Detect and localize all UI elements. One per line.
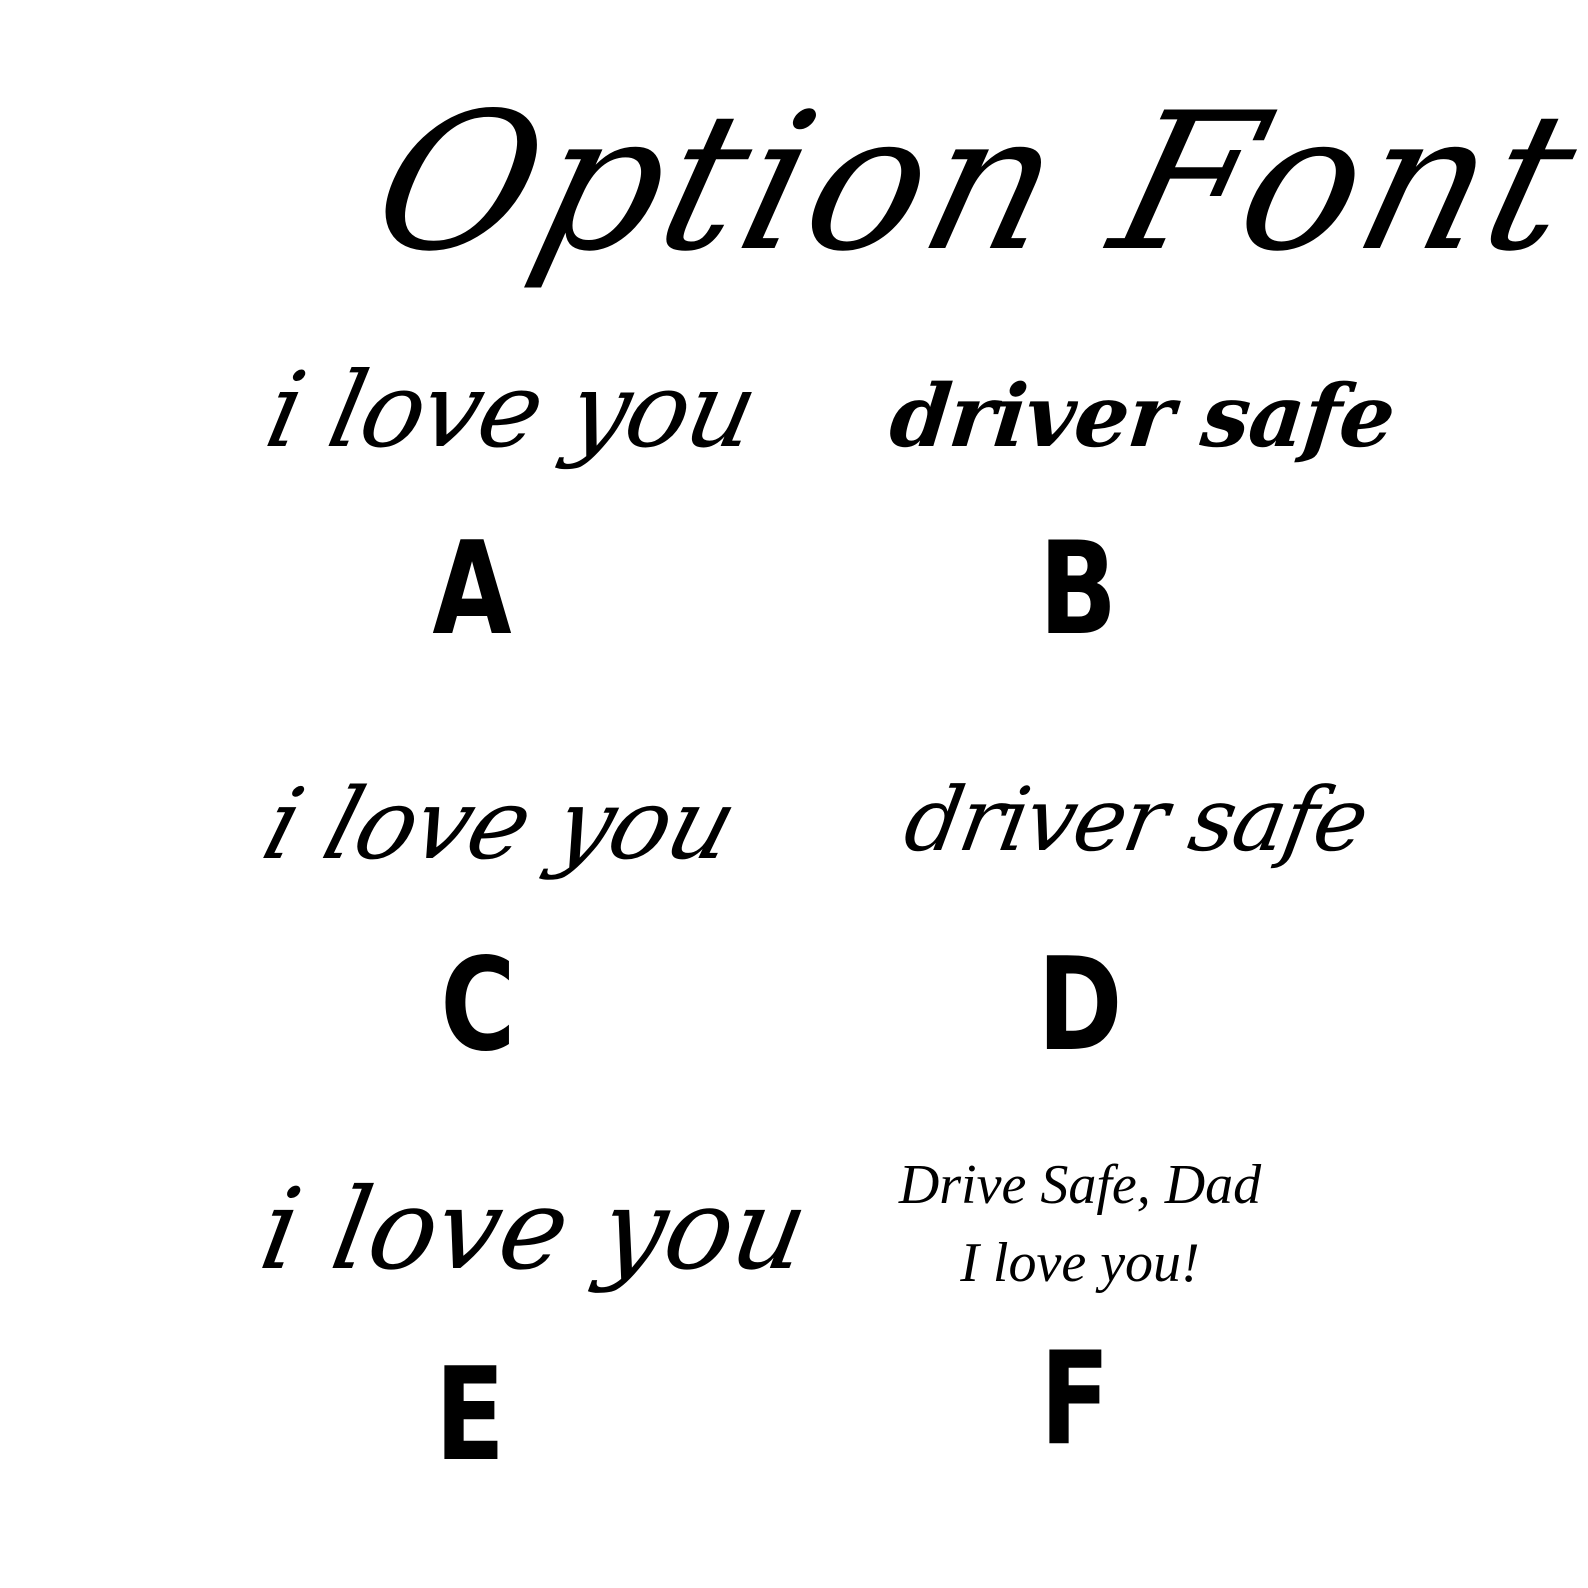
- font-sample-f: Drive Safe, Dad I love you!: [880, 1146, 1280, 1296]
- font-sample-e: i love you: [251, 1165, 818, 1295]
- font-sample-a: i love you: [256, 349, 767, 471]
- font-sample-d: driver safe: [897, 768, 1375, 871]
- option-label-f: F: [1040, 1325, 1110, 1474]
- option-label-b: B: [1038, 515, 1118, 664]
- font-sample-b: driver safe: [885, 366, 1400, 467]
- option-label-c: C: [440, 931, 516, 1080]
- option-label-e: E: [435, 1341, 505, 1490]
- font-sample-f-line-1: Drive Safe, Dad: [898, 1154, 1262, 1216]
- option-label-d: D: [1037, 931, 1123, 1080]
- font-sample-c: i love you: [251, 768, 749, 882]
- font-sample-f-line-2: I love you!: [960, 1232, 1200, 1294]
- page-title: Option Font: [354, 72, 1588, 293]
- option-label-a: A: [432, 515, 512, 664]
